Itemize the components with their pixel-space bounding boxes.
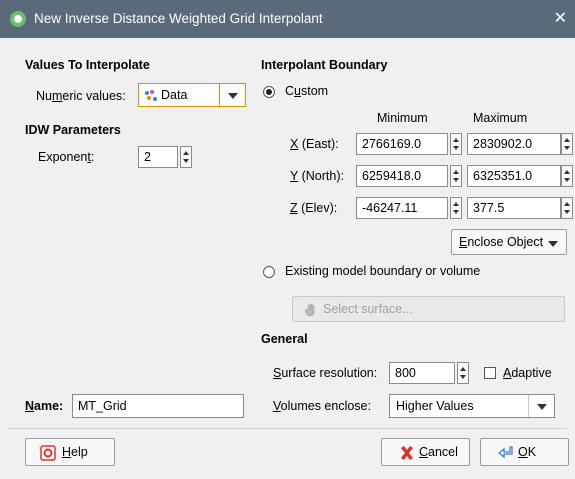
- y-max-input[interactable]: 6325351.0: [467, 165, 561, 187]
- cancel-button[interactable]: Cancel: [381, 438, 470, 466]
- custom-radio[interactable]: [263, 86, 275, 98]
- volumes-enclose-label: Volumes enclose:: [273, 399, 371, 413]
- name-label: Name:: [25, 399, 64, 413]
- app-logo-icon: [10, 11, 26, 27]
- y-max-stepper[interactable]: [561, 165, 573, 187]
- exponent-stepper[interactable]: [180, 146, 192, 168]
- surface-resolution-label: Surface resolution:: [273, 366, 378, 380]
- x-min-input[interactable]: 2766169.0: [356, 133, 448, 155]
- existing-boundary-radio[interactable]: [263, 266, 275, 278]
- window-title: New Inverse Distance Weighted Grid Inter…: [34, 11, 323, 26]
- x-max-stepper[interactable]: [561, 133, 573, 155]
- chevron-down-icon[interactable]: [219, 84, 245, 106]
- z-min-input[interactable]: -46247.11: [356, 197, 448, 219]
- enclose-object-button[interactable]: Enclose Object: [451, 229, 567, 255]
- interpolant-boundary-heading: Interpolant Boundary: [261, 58, 388, 72]
- maximum-header: Maximum: [473, 111, 528, 125]
- z-min-stepper[interactable]: [450, 197, 462, 219]
- ok-label: OK: [518, 445, 537, 459]
- general-heading: General: [261, 332, 308, 346]
- surface-resolution-stepper[interactable]: [457, 362, 469, 384]
- y-min-stepper[interactable]: [450, 165, 462, 187]
- adaptive-label: Adaptive: [503, 366, 552, 380]
- cancel-x-icon: [401, 446, 413, 460]
- values-to-interpolate-heading: Values To Interpolate: [25, 58, 150, 72]
- close-icon[interactable]: ✕: [554, 8, 567, 28]
- numeric-values-select[interactable]: Data: [138, 83, 246, 107]
- volumes-enclose-select[interactable]: Higher Values: [389, 394, 555, 418]
- enclose-object-label: Enclose Object: [459, 235, 544, 249]
- cancel-label: Cancel: [419, 445, 458, 459]
- name-input[interactable]: MT_Grid: [72, 394, 244, 418]
- adaptive-checkbox[interactable]: [484, 367, 496, 379]
- surface-resolution-input[interactable]: 800: [389, 362, 455, 384]
- exponent-label: Exponent:: [38, 150, 95, 164]
- z-elev-label: Z (Elev):: [290, 201, 338, 215]
- help-label: Help: [62, 445, 88, 459]
- volumes-enclose-value: Higher Values: [396, 399, 474, 413]
- x-max-input[interactable]: 2830902.0: [467, 133, 561, 155]
- exponent-input[interactable]: 2: [138, 146, 178, 168]
- hand-icon: [305, 303, 315, 317]
- numeric-values-label: Numeric values:: [36, 89, 126, 103]
- select-surface-button[interactable]: Select surface...: [292, 296, 565, 322]
- footer-divider: [8, 428, 567, 429]
- minimum-header: Minimum: [377, 111, 428, 125]
- help-button[interactable]: Help: [25, 438, 115, 466]
- x-min-stepper[interactable]: [450, 133, 462, 155]
- numeric-values-value: Data: [161, 88, 188, 102]
- y-north-label: Y (North):: [290, 169, 344, 183]
- help-lifebuoy-icon: [40, 445, 56, 461]
- select-surface-label: Select surface...: [323, 302, 413, 316]
- ok-arrow-icon: [498, 446, 513, 459]
- ok-button[interactable]: OK: [480, 438, 569, 466]
- idw-parameters-heading: IDW Parameters: [25, 123, 121, 137]
- z-max-input[interactable]: 377.5: [467, 197, 561, 219]
- title-bar: New Inverse Distance Weighted Grid Inter…: [0, 0, 575, 38]
- y-min-input[interactable]: 6259418.0: [356, 165, 448, 187]
- custom-label: Custom: [285, 84, 329, 98]
- chevron-down-icon[interactable]: [528, 395, 554, 417]
- z-max-stepper[interactable]: [561, 197, 573, 219]
- existing-boundary-label: Existing model boundary or volume: [285, 264, 481, 278]
- data-points-icon: [145, 90, 157, 101]
- x-east-label: X (East):: [290, 137, 339, 151]
